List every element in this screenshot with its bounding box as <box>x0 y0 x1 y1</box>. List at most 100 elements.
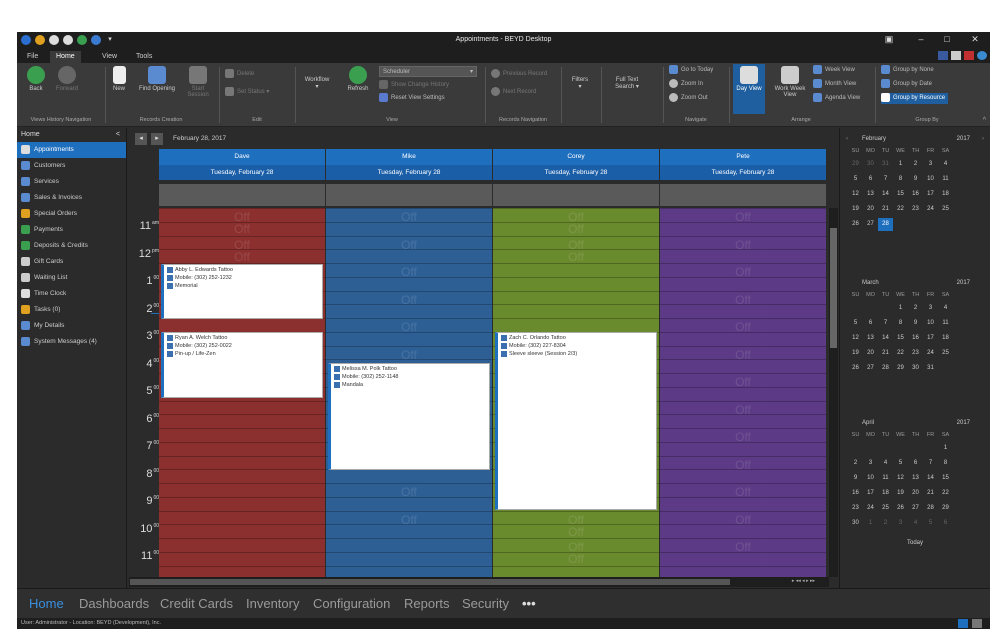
next-record-button[interactable]: Next Record <box>491 87 536 98</box>
calendar-day[interactable]: 4 <box>908 517 923 530</box>
youtube-icon[interactable] <box>964 51 974 60</box>
calendar-day[interactable]: 10 <box>923 173 938 186</box>
reading-view-icon[interactable] <box>972 619 982 628</box>
work-week-view-button[interactable]: Work Week View <box>771 66 809 98</box>
calendar-day[interactable]: 11 <box>878 472 893 485</box>
collapse-ribbon-icon[interactable]: ^ <box>983 117 986 124</box>
calendar-day[interactable]: 19 <box>848 203 863 216</box>
back-button[interactable]: Back <box>23 66 49 92</box>
filters-button[interactable]: Filters ▾ <box>565 77 595 90</box>
calendar-day[interactable]: 25 <box>938 347 953 360</box>
resource-header[interactable]: Pete <box>660 149 827 165</box>
appointment[interactable]: Zach C. Orlando Tattoo Mobile: (302) 227-… <box>495 332 657 510</box>
calendar-day[interactable]: 26 <box>848 362 863 375</box>
calendar-day[interactable]: 12 <box>848 332 863 345</box>
calendar-day[interactable]: 7 <box>878 317 893 330</box>
set-status-button[interactable]: Set Status ▾ <box>225 87 269 98</box>
calendar-day[interactable]: 13 <box>908 472 923 485</box>
bottom-nav-credit-cards[interactable]: Credit Cards <box>160 596 233 611</box>
all-day-area[interactable] <box>493 184 660 206</box>
tab-file[interactable]: File <box>21 51 44 63</box>
calendar-day[interactable]: 10 <box>863 472 878 485</box>
calendar-day[interactable]: 1 <box>893 302 908 315</box>
appointment[interactable]: Ryan A. Welch Tattoo Mobile: (302) 252-00… <box>161 332 323 398</box>
calendar-day[interactable]: 23 <box>848 502 863 515</box>
start-session-button[interactable]: Start Session <box>185 66 211 98</box>
calendar-day[interactable]: 23 <box>908 347 923 360</box>
next-date-button[interactable]: ▸ <box>151 133 163 145</box>
calendar-day[interactable]: 16 <box>848 487 863 500</box>
calendar-day[interactable]: 9 <box>908 317 923 330</box>
calendar-day[interactable]: 9 <box>908 173 923 186</box>
calendar-day[interactable]: 3 <box>923 158 938 171</box>
zoom-in-button[interactable]: Zoom In <box>669 79 703 90</box>
calendar-day[interactable]: 17 <box>923 188 938 201</box>
calendar-day[interactable]: 2 <box>848 457 863 470</box>
calendar-day[interactable]: 3 <box>893 517 908 530</box>
calendar-day[interactable]: 14 <box>878 188 893 201</box>
calendar-day[interactable]: 2 <box>908 158 923 171</box>
calendar-day[interactable]: 21 <box>878 203 893 216</box>
calendar-day[interactable]: 15 <box>938 472 953 485</box>
calendar-day[interactable]: 28 <box>923 502 938 515</box>
calendar-day[interactable]: 12 <box>893 472 908 485</box>
minimize-button[interactable]: – <box>914 34 928 46</box>
calendar-day[interactable]: 27 <box>863 362 878 375</box>
calendar-day[interactable]: 1 <box>938 442 953 455</box>
calendar-day[interactable]: 11 <box>938 173 953 186</box>
calendar-day[interactable]: 28 <box>878 218 893 231</box>
calendar-day[interactable]: 13 <box>863 332 878 345</box>
calendar-day[interactable]: 2 <box>878 517 893 530</box>
week-view-button[interactable]: Week View <box>813 65 855 76</box>
calendar-day[interactable]: 30 <box>848 517 863 530</box>
group-by-date-button[interactable]: Group by Date <box>881 79 935 90</box>
appointment[interactable]: Melissa M. Polk Tattoo Mobile: (302) 252-… <box>328 363 490 470</box>
calendar-day[interactable]: 30 <box>863 158 878 171</box>
calendar-day[interactable]: 24 <box>923 347 938 360</box>
facebook-icon[interactable] <box>938 51 948 60</box>
calendar-day[interactable]: 30 <box>908 362 923 375</box>
nav-item[interactable]: Sales & Invoices <box>17 190 126 206</box>
prev-month-icon[interactable]: ‹ <box>846 136 848 142</box>
bottom-nav-security[interactable]: Security <box>462 596 509 611</box>
nav-item[interactable]: Payments <box>17 222 126 238</box>
calendar-day[interactable]: 25 <box>878 502 893 515</box>
forward-button[interactable]: Forward <box>53 66 81 92</box>
calendar-day[interactable]: 1 <box>893 158 908 171</box>
vertical-scroll-thumb[interactable] <box>830 228 837 348</box>
calendar-day[interactable]: 8 <box>893 173 908 186</box>
calendar-day[interactable]: 3 <box>923 302 938 315</box>
full-text-search-button[interactable]: Full Text Search ▾ <box>607 77 647 90</box>
calendar-day[interactable]: 16 <box>908 188 923 201</box>
calendar-day[interactable]: 21 <box>923 487 938 500</box>
all-day-area[interactable] <box>660 184 827 206</box>
calendar-day[interactable]: 18 <box>938 188 953 201</box>
calendar-day[interactable]: 27 <box>908 502 923 515</box>
calendar-day[interactable]: 29 <box>848 158 863 171</box>
mail-icon[interactable] <box>951 51 961 60</box>
previous-record-button[interactable]: Previous Record <box>491 69 547 80</box>
restore-layout-icon[interactable]: ▣ <box>882 34 896 46</box>
bottom-nav-home[interactable]: Home <box>29 596 64 611</box>
calendar-day[interactable]: 5 <box>893 457 908 470</box>
nav-item[interactable]: Appointments <box>17 142 126 158</box>
calendar-day[interactable]: 26 <box>848 218 863 231</box>
today-button[interactable]: Today <box>840 540 990 546</box>
maximize-button[interactable]: □ <box>940 34 954 46</box>
refresh-button[interactable]: Refresh <box>343 66 373 92</box>
bottom-nav-reports[interactable]: Reports <box>404 596 450 611</box>
agenda-view-button[interactable]: Agenda View <box>813 93 860 104</box>
more-options-icon[interactable]: ••• <box>522 596 536 611</box>
calendar-day[interactable]: 4 <box>938 302 953 315</box>
calendar-day[interactable]: 8 <box>893 317 908 330</box>
calendar-day[interactable]: 7 <box>878 173 893 186</box>
calendar-day[interactable]: 31 <box>923 362 938 375</box>
calendar-day[interactable]: 19 <box>848 347 863 360</box>
calendar-day[interactable]: 16 <box>908 332 923 345</box>
calendar-day[interactable]: 24 <box>923 203 938 216</box>
calendar-day[interactable]: 17 <box>923 332 938 345</box>
nav-item[interactable]: Deposits & Credits <box>17 238 126 254</box>
calendar-day[interactable]: 2 <box>908 302 923 315</box>
calendar-day[interactable]: 26 <box>893 502 908 515</box>
tab-tools[interactable]: Tools <box>130 51 158 63</box>
